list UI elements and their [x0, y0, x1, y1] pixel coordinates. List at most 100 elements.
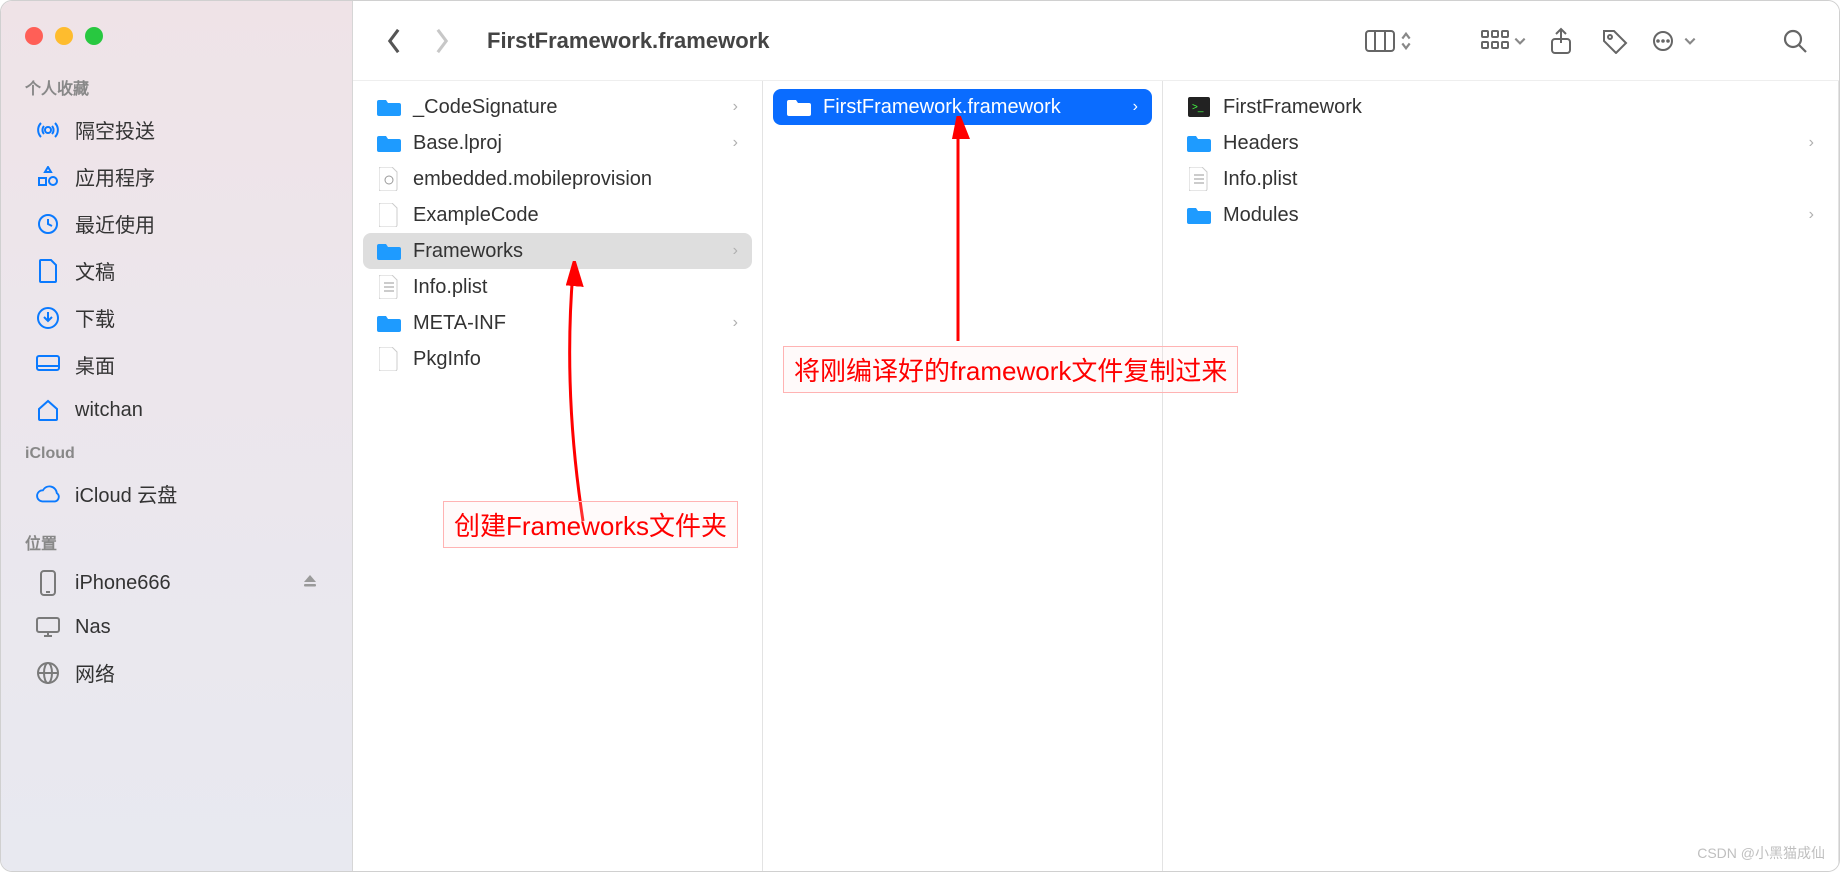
chevron-right-icon: › — [733, 314, 738, 332]
file-row[interactable]: META-INF › — [363, 305, 752, 341]
window-controls — [1, 17, 352, 63]
folder-icon — [377, 131, 401, 155]
folder-icon — [377, 239, 401, 263]
file-label: FirstFramework.framework — [823, 96, 1061, 119]
sidebar-item-label: 下载 — [75, 303, 115, 332]
sidebar-item[interactable]: Nas — [11, 606, 342, 648]
minimize-icon[interactable] — [55, 27, 73, 45]
sidebar-item-label: witchan — [75, 399, 143, 422]
action-menu-button[interactable] — [1649, 31, 1697, 51]
chevron-right-icon: › — [733, 242, 738, 260]
file-label: PkgInfo — [413, 348, 481, 371]
desktop-icon — [35, 352, 61, 378]
folder-icon — [377, 95, 401, 119]
exec-icon: >_ — [1187, 95, 1211, 119]
file-label: Base.lproj — [413, 132, 502, 155]
file-row[interactable]: Modules › — [1173, 197, 1828, 233]
column-3: >_ FirstFramework Headers › Info.plist Module… — [1163, 81, 1839, 871]
file-row[interactable]: PkgInfo — [363, 341, 752, 377]
file-row[interactable]: Base.lproj › — [363, 125, 752, 161]
group-by-button[interactable] — [1481, 30, 1527, 52]
file-row[interactable]: _CodeSignature › — [363, 89, 752, 125]
watermark: CSDN @小黑猫成仙 — [1697, 843, 1825, 863]
sidebar-item-label: 隔空投送 — [75, 115, 155, 144]
sidebar-item[interactable]: 网络 — [11, 650, 342, 695]
folder-icon — [787, 95, 811, 119]
sidebar-item-label: iCloud 云盘 — [75, 479, 177, 508]
file-row[interactable]: FirstFramework.framework › — [773, 89, 1152, 125]
sidebar-item-label: Nas — [75, 616, 111, 639]
file-label: Info.plist — [413, 276, 487, 299]
home-icon — [35, 397, 61, 423]
sidebar-section-header: 个人收藏 — [1, 63, 352, 105]
file-row[interactable]: Info.plist — [363, 269, 752, 305]
eject-icon[interactable] — [302, 572, 318, 595]
chevron-right-icon: › — [1809, 134, 1814, 152]
file-label: META-INF — [413, 312, 506, 335]
apps-icon — [35, 164, 61, 190]
sidebar-item[interactable]: 下载 — [11, 295, 342, 340]
chevron-right-icon: › — [1809, 206, 1814, 224]
sidebar-item-label: iPhone666 — [75, 572, 171, 595]
gear-file-icon — [377, 167, 401, 191]
sidebar-item[interactable]: 文稿 — [11, 248, 342, 293]
chevron-right-icon: › — [733, 98, 738, 116]
main-area: FirstFramework.framework — [353, 1, 1839, 871]
file-row[interactable]: embedded.mobileprovision — [363, 161, 752, 197]
chevron-right-icon: › — [733, 134, 738, 152]
toolbar: FirstFramework.framework — [353, 1, 1839, 81]
chevron-right-icon: › — [1133, 98, 1138, 116]
blank-file-icon — [377, 347, 401, 371]
sidebar-item[interactable]: 桌面 — [11, 342, 342, 387]
cloud-icon — [35, 481, 61, 507]
file-label: Frameworks — [413, 240, 523, 263]
folder-icon — [1187, 131, 1211, 155]
view-columns-button[interactable] — [1365, 29, 1413, 53]
file-label: ExampleCode — [413, 204, 539, 227]
globe-icon — [35, 660, 61, 686]
sidebar-item[interactable]: 隔空投送 — [11, 107, 342, 152]
share-button[interactable] — [1541, 21, 1581, 61]
forward-button[interactable] — [425, 24, 459, 58]
plist-icon — [1187, 167, 1211, 191]
window-title: FirstFramework.framework — [487, 28, 769, 54]
back-button[interactable] — [377, 24, 411, 58]
airdrop-icon — [35, 117, 61, 143]
tags-button[interactable] — [1595, 21, 1635, 61]
file-label: Info.plist — [1223, 168, 1297, 191]
zoom-icon[interactable] — [85, 27, 103, 45]
sidebar-item-label: 最近使用 — [75, 209, 155, 238]
column-1: _CodeSignature › Base.lproj › embedded.mobil… — [353, 81, 763, 871]
file-row[interactable]: >_ FirstFramework — [1173, 89, 1828, 125]
file-row[interactable]: Headers › — [1173, 125, 1828, 161]
sidebar-item[interactable]: witchan — [11, 389, 342, 431]
svg-text:>_: >_ — [1192, 102, 1204, 113]
column-browser: _CodeSignature › Base.lproj › embedded.mobil… — [353, 81, 1839, 871]
doc-icon — [35, 258, 61, 284]
close-icon[interactable] — [25, 27, 43, 45]
sidebar-item[interactable]: iPhone666 — [11, 562, 342, 604]
display-icon — [35, 614, 61, 640]
folder-icon — [377, 311, 401, 335]
recent-icon — [35, 211, 61, 237]
sidebar-item[interactable]: 最近使用 — [11, 201, 342, 246]
file-row[interactable]: Info.plist — [1173, 161, 1828, 197]
file-label: FirstFramework — [1223, 96, 1362, 119]
download-icon — [35, 305, 61, 331]
sidebar-item[interactable]: 应用程序 — [11, 154, 342, 199]
column-2: FirstFramework.framework › — [763, 81, 1163, 871]
file-label: Modules — [1223, 204, 1299, 227]
sidebar-item-label: 应用程序 — [75, 162, 155, 191]
sidebar-item-label: 网络 — [75, 658, 115, 687]
plist-icon — [377, 275, 401, 299]
file-label: _CodeSignature — [413, 96, 558, 119]
blank-file-icon — [377, 203, 401, 227]
sidebar: 个人收藏隔空投送应用程序最近使用文稿下载桌面witchaniCloudiClou… — [1, 1, 353, 871]
file-row[interactable]: ExampleCode — [363, 197, 752, 233]
file-label: Headers — [1223, 132, 1299, 155]
finder-window: 个人收藏隔空投送应用程序最近使用文稿下载桌面witchaniCloudiClou… — [0, 0, 1840, 872]
sidebar-item[interactable]: iCloud 云盘 — [11, 471, 342, 516]
search-button[interactable] — [1775, 21, 1815, 61]
file-row[interactable]: Frameworks › — [363, 233, 752, 269]
sidebar-item-label: 文稿 — [75, 256, 115, 285]
